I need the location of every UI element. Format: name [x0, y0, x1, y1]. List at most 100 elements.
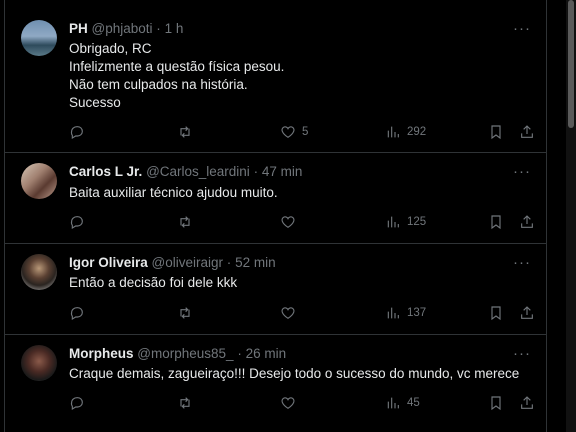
views-icon — [387, 216, 399, 228]
tweet-text-line: Baita auxiliar técnico ajudou muito. — [69, 185, 278, 200]
like-icon — [281, 397, 295, 410]
more-options-icon[interactable]: ··· — [513, 21, 531, 36]
tweet-actions: 5 292 — [69, 123, 541, 141]
view-count: 292 — [407, 126, 427, 138]
scrollbar-thumb[interactable] — [568, 0, 574, 128]
share-icon — [521, 306, 533, 319]
timestamp[interactable]: 26 min — [246, 346, 287, 361]
tweet-actions: 45 — [69, 394, 541, 412]
tweet-header: PH @phjaboti · 1 h — [69, 20, 183, 38]
like-button[interactable] — [280, 213, 296, 231]
author-name[interactable]: Morpheus — [69, 346, 134, 361]
more-options-icon[interactable]: ··· — [513, 164, 531, 179]
more-options-icon[interactable]: ··· — [513, 346, 531, 361]
views-icon — [387, 307, 399, 319]
like-count: 5 — [302, 126, 309, 138]
separator-dot: · — [226, 255, 232, 270]
tweet[interactable]: PH @phjaboti · 1 h ··· Obrigado, RC Infe… — [5, 8, 546, 153]
tweet-text-line: Craque demais, zagueiraço!!! Desejo todo… — [69, 366, 520, 381]
separator-dot: · — [253, 164, 259, 179]
tweet[interactable]: Igor Oliveira @oliveiraigr · 52 min ··· … — [5, 244, 546, 335]
tweet-text-line: Então a decisão foi dele kkk — [69, 275, 238, 290]
avatar[interactable] — [21, 345, 57, 381]
share-button[interactable] — [519, 213, 535, 231]
bookmark-button[interactable] — [488, 304, 504, 322]
like-button[interactable]: 5 — [280, 123, 308, 141]
bookmark-icon — [491, 215, 501, 230]
like-button[interactable] — [280, 304, 296, 322]
separator-dot: · — [156, 21, 161, 36]
share-icon — [521, 125, 533, 138]
retweet-icon — [180, 126, 190, 138]
views-button[interactable]: 125 — [385, 213, 426, 231]
reply-icon — [70, 397, 83, 411]
reply-button[interactable] — [69, 213, 85, 231]
like-icon — [281, 126, 295, 139]
bookmark-icon — [491, 125, 501, 140]
timestamp[interactable]: 1 h — [165, 21, 184, 36]
view-count: 137 — [407, 307, 427, 319]
tweet-text: Então a decisão foi dele kkk — [69, 274, 237, 292]
avatar[interactable] — [21, 163, 57, 199]
view-count: 45 — [407, 397, 420, 409]
reply-icon — [70, 126, 83, 140]
reply-icon — [70, 307, 83, 321]
tweet-text: Craque demais, zagueiraço!!! Desejo todo… — [69, 365, 519, 383]
reply-button[interactable] — [69, 123, 85, 141]
views-button[interactable]: 137 — [385, 304, 426, 322]
tweet-text-line: Obrigado, RC — [69, 41, 152, 56]
views-icon — [387, 126, 399, 138]
tweet-text-line: Não tem culpados na história. — [69, 77, 248, 92]
timestamp[interactable]: 52 min — [235, 255, 276, 270]
author-name[interactable]: PH — [69, 21, 88, 36]
retweet-button[interactable] — [177, 394, 193, 412]
tweet-actions: 125 — [69, 213, 541, 231]
tweet-text: Obrigado, RC Infelizmente a questão físi… — [69, 40, 284, 112]
view-count: 125 — [407, 216, 427, 228]
avatar[interactable] — [21, 254, 57, 290]
tweet-text-line: Infelizmente a questão física pesou. — [69, 59, 285, 74]
like-button[interactable] — [280, 394, 296, 412]
retweet-icon — [180, 216, 190, 228]
retweet-button[interactable] — [177, 304, 193, 322]
author-handle[interactable]: @phjaboti — [92, 21, 153, 36]
bookmark-button[interactable] — [488, 213, 504, 231]
views-button[interactable]: 292 — [385, 123, 426, 141]
views-button[interactable]: 45 — [385, 394, 420, 412]
reply-button[interactable] — [69, 304, 85, 322]
avatar[interactable] — [21, 20, 57, 56]
retweet-icon — [180, 307, 190, 319]
tweet-header: Igor Oliveira @oliveiraigr · 52 min — [69, 254, 276, 272]
share-button[interactable] — [519, 304, 535, 322]
share-icon — [521, 396, 533, 409]
reply-button[interactable] — [69, 394, 85, 412]
tweet-header: Morpheus @morpheus85_ · 26 min — [69, 345, 286, 363]
reply-icon — [70, 216, 83, 230]
tweet-text: Baita auxiliar técnico ajudou muito. — [69, 184, 278, 202]
bookmark-icon — [491, 396, 501, 411]
author-name[interactable]: Carlos L Jr. — [69, 164, 142, 179]
tweet-text-line: Sucesso — [69, 95, 121, 110]
timestamp[interactable]: 47 min — [262, 164, 303, 179]
retweet-button[interactable] — [177, 123, 193, 141]
tweet-actions: 137 — [69, 304, 541, 322]
tweet-header: Carlos L Jr. @Carlos_leardini · 47 min — [69, 163, 302, 181]
tweet[interactable]: Morpheus @morpheus85_ · 26 min ··· Craqu… — [5, 335, 546, 432]
scrollbar[interactable] — [566, 0, 576, 432]
bookmark-button[interactable] — [488, 123, 504, 141]
more-options-icon[interactable]: ··· — [513, 255, 531, 270]
retweet-button[interactable] — [177, 213, 193, 231]
like-icon — [281, 216, 295, 229]
author-name[interactable]: Igor Oliveira — [69, 255, 148, 270]
views-icon — [387, 397, 399, 409]
share-button[interactable] — [519, 394, 535, 412]
author-handle[interactable]: @morpheus85_ — [137, 346, 233, 361]
share-button[interactable] — [519, 123, 535, 141]
author-handle[interactable]: @oliveiraigr — [152, 255, 223, 270]
tweet[interactable]: Carlos L Jr. @Carlos_leardini · 47 min ·… — [5, 153, 546, 244]
author-handle[interactable]: @Carlos_leardini — [146, 164, 250, 179]
bookmark-button[interactable] — [488, 394, 504, 412]
share-icon — [521, 215, 533, 228]
tweet-feed: PH @phjaboti · 1 h ··· Obrigado, RC Infe… — [4, 0, 547, 432]
bookmark-icon — [491, 306, 501, 321]
